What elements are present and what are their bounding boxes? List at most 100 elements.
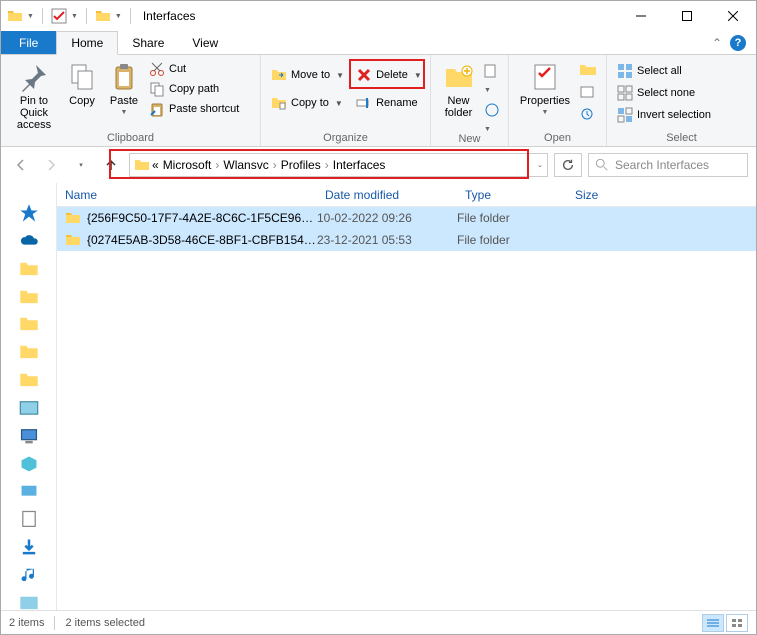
group-label-clipboard: Clipboard bbox=[7, 132, 254, 146]
copy-icon bbox=[66, 61, 98, 93]
select-none-icon bbox=[617, 85, 633, 101]
tab-view[interactable]: View bbox=[178, 31, 232, 54]
open-icon[interactable] bbox=[579, 63, 597, 77]
folder-icon[interactable] bbox=[19, 342, 39, 362]
tab-file[interactable]: File bbox=[1, 31, 56, 54]
back-button[interactable] bbox=[9, 153, 33, 177]
breadcrumb-item[interactable]: Interfaces bbox=[331, 158, 388, 172]
details-view-button[interactable] bbox=[702, 614, 724, 632]
qat-dropdown-icon[interactable]: ▼ bbox=[27, 13, 34, 20]
qat-dropdown2-icon[interactable]: ▼ bbox=[71, 13, 78, 20]
easy-access-icon[interactable] bbox=[484, 102, 502, 118]
large-icons-view-button[interactable] bbox=[726, 614, 748, 632]
invert-selection-icon bbox=[617, 107, 633, 123]
copy-path-button[interactable]: Copy path bbox=[149, 81, 239, 97]
folder-move-icon bbox=[271, 67, 287, 83]
folder-icon[interactable] bbox=[19, 287, 39, 307]
quick-access-icon[interactable] bbox=[19, 203, 39, 223]
3d-objects-icon[interactable] bbox=[19, 454, 39, 474]
tab-share[interactable]: Share bbox=[118, 31, 178, 54]
col-size[interactable]: Size bbox=[567, 188, 647, 202]
paste-shortcut-button[interactable]: Paste shortcut bbox=[149, 101, 239, 117]
column-headers[interactable]: Name Date modified Type Size bbox=[57, 183, 756, 207]
window-title: Interfaces bbox=[143, 9, 196, 23]
help-icon[interactable]: ? bbox=[730, 35, 746, 51]
maximize-button[interactable] bbox=[664, 1, 710, 31]
file-row[interactable]: {0274E5AB-3D58-46CE-8BF1-CBFB154CE... 23… bbox=[57, 229, 756, 251]
close-button[interactable] bbox=[710, 1, 756, 31]
folder-icon[interactable] bbox=[19, 259, 39, 279]
title-bar: ▼ ▼ ▼ Interfaces bbox=[1, 1, 756, 31]
breadcrumb-item[interactable]: Microsoft› bbox=[161, 158, 222, 172]
search-icon bbox=[595, 158, 609, 172]
forward-button[interactable] bbox=[39, 153, 63, 177]
paste-icon bbox=[108, 61, 140, 93]
folder-icon bbox=[7, 8, 23, 24]
breadcrumb-item[interactable]: Wlansvc› bbox=[221, 158, 278, 172]
refresh-button[interactable] bbox=[554, 153, 582, 177]
group-label-open: Open bbox=[515, 132, 600, 146]
paste-button[interactable]: Paste ▼ bbox=[103, 57, 145, 117]
new-folder-button[interactable]: New folder bbox=[437, 57, 480, 119]
collapse-ribbon-icon[interactable]: ⌃ bbox=[712, 36, 722, 50]
breadcrumb-item[interactable]: Profiles› bbox=[279, 158, 331, 172]
folder-icon bbox=[65, 210, 81, 226]
navigation-bar: ▾ « Microsoft› Wlansvc› Profiles› Interf… bbox=[1, 147, 756, 183]
search-input[interactable]: Search Interfaces bbox=[588, 153, 748, 177]
pin-to-quick-access-button[interactable]: Pin to Quick access bbox=[7, 57, 61, 131]
group-label-new: New bbox=[437, 133, 502, 147]
scissors-icon bbox=[149, 61, 165, 77]
invert-selection-button[interactable]: Invert selection bbox=[617, 107, 711, 123]
folder-icon bbox=[134, 157, 150, 173]
select-all-icon bbox=[617, 63, 633, 79]
col-date[interactable]: Date modified bbox=[317, 188, 457, 202]
status-selected-count: 2 items selected bbox=[65, 617, 144, 629]
up-button[interactable] bbox=[99, 153, 123, 177]
copy-path-icon bbox=[149, 81, 165, 97]
col-name[interactable]: Name bbox=[57, 188, 317, 202]
copy-button[interactable]: Copy bbox=[61, 57, 103, 107]
address-bar[interactable]: « Microsoft› Wlansvc› Profiles› Interfac… bbox=[129, 153, 548, 177]
properties-checkbox-icon[interactable] bbox=[51, 8, 67, 24]
minimize-button[interactable] bbox=[618, 1, 664, 31]
rename-icon bbox=[356, 95, 372, 111]
large-icons-icon bbox=[731, 618, 743, 628]
pin-icon bbox=[18, 61, 50, 93]
quick-access-toolbar: ▼ ▼ ▼ bbox=[1, 8, 135, 24]
address-dropdown-icon[interactable]: ⌄ bbox=[537, 161, 543, 169]
recent-locations-button[interactable]: ▾ bbox=[69, 153, 93, 177]
col-type[interactable]: Type bbox=[457, 188, 567, 202]
paste-shortcut-icon bbox=[149, 101, 165, 117]
documents-icon[interactable] bbox=[19, 509, 39, 529]
select-all-button[interactable]: Select all bbox=[617, 63, 711, 79]
history-icon[interactable] bbox=[579, 107, 597, 121]
delete-button[interactable]: Delete▼ bbox=[356, 67, 422, 83]
ribbon-tabs: File Home Share View ⌃ ? bbox=[1, 31, 756, 55]
desktop-icon[interactable] bbox=[19, 482, 39, 502]
folder-icon bbox=[65, 232, 81, 248]
nav-tree[interactable] bbox=[1, 183, 57, 613]
status-item-count: 2 items bbox=[9, 617, 44, 629]
folder-icon[interactable] bbox=[19, 314, 39, 334]
copy-to-button[interactable]: Copy to▼ bbox=[271, 95, 344, 111]
move-to-button[interactable]: Move to▼ bbox=[271, 67, 344, 83]
new-folder-icon bbox=[443, 61, 475, 93]
rename-button[interactable]: Rename bbox=[356, 95, 422, 111]
this-pc-icon[interactable] bbox=[19, 426, 39, 446]
refresh-icon bbox=[561, 158, 575, 172]
onedrive-icon[interactable] bbox=[19, 231, 39, 251]
folder-copy-icon bbox=[271, 95, 287, 111]
edit-icon[interactable] bbox=[579, 85, 597, 99]
downloads-icon[interactable] bbox=[19, 537, 39, 557]
qat-dropdown3-icon[interactable]: ▼ bbox=[115, 13, 122, 20]
folder-icon[interactable] bbox=[19, 370, 39, 390]
file-row[interactable]: {256F9C50-17F7-4A2E-8C6C-1F5CE96A53... 1… bbox=[57, 207, 756, 229]
select-none-button[interactable]: Select none bbox=[617, 85, 711, 101]
file-list[interactable]: Name Date modified Type Size {256F9C50-1… bbox=[57, 183, 756, 613]
tab-home[interactable]: Home bbox=[56, 31, 118, 55]
cut-button[interactable]: Cut bbox=[149, 61, 239, 77]
properties-button[interactable]: Properties ▼ bbox=[515, 57, 575, 117]
pictures-icon[interactable] bbox=[19, 398, 39, 418]
music-icon[interactable] bbox=[19, 565, 39, 585]
new-item-icon[interactable] bbox=[484, 63, 502, 79]
